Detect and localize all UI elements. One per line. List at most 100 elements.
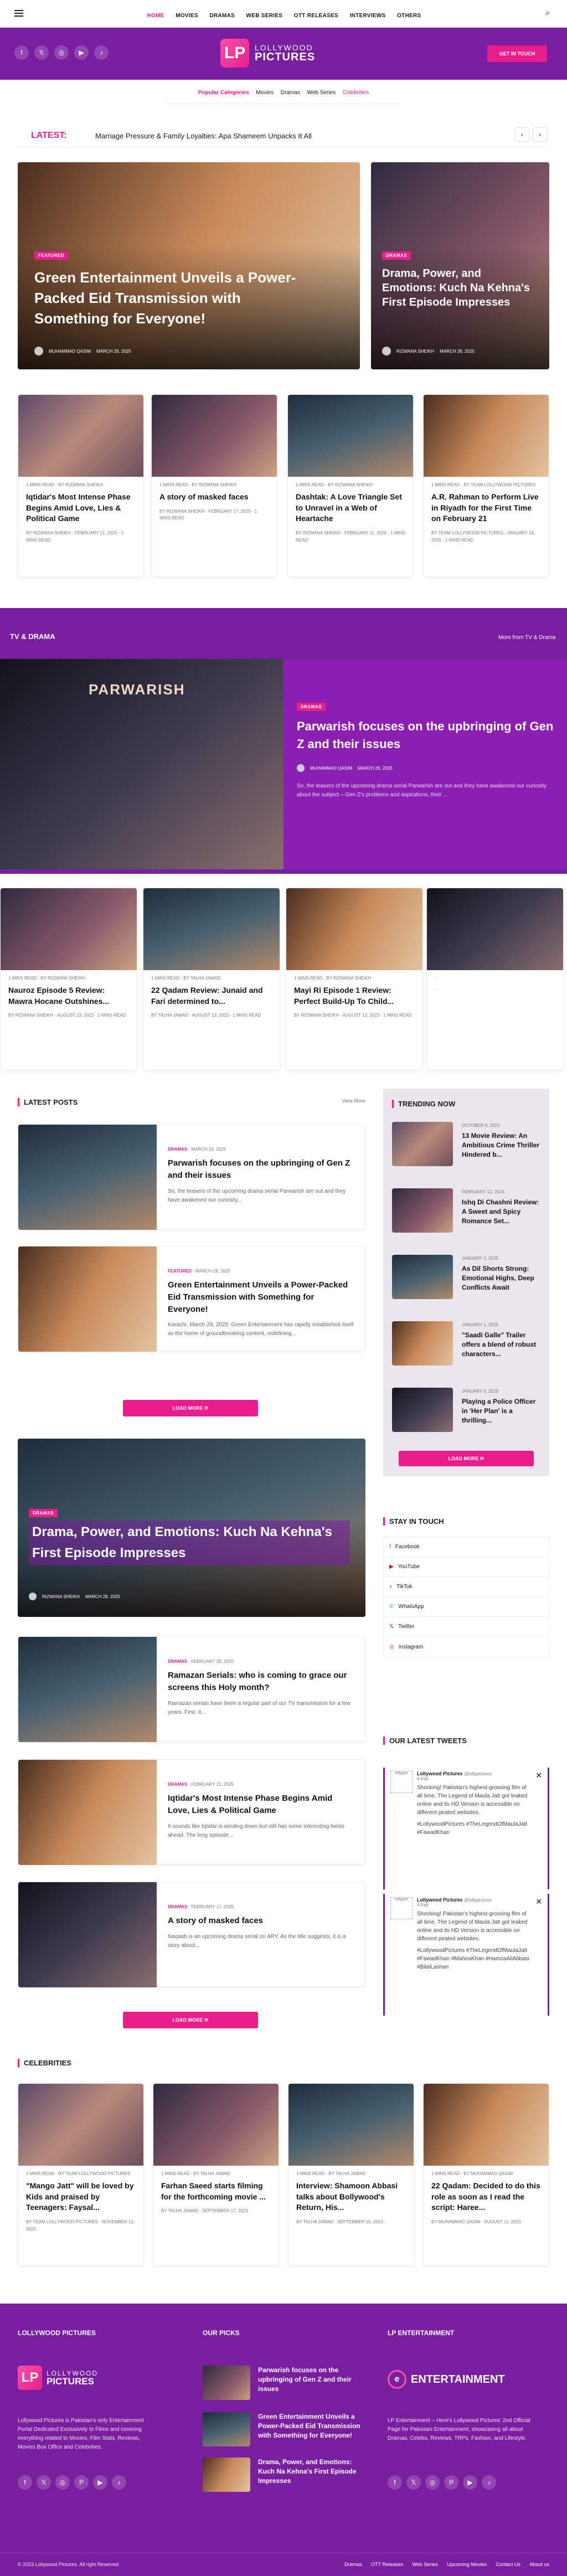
hero-main-card[interactable]: FEATURED Green Entertainment Unveils a P… xyxy=(18,162,360,369)
post-thumbnail[interactable] xyxy=(18,1125,157,1230)
tv-featured-title[interactable]: Parwarish focuses on the upbringing of G… xyxy=(297,718,557,753)
post-card[interactable]: 1 MINS READ · BY RIZWANA SHEIKH A story … xyxy=(151,394,277,577)
post-title[interactable]: Iqtidar's Most Intense Phase Begins Amid… xyxy=(26,492,136,524)
post-title[interactable]: Nauroz Episode 5 Review: Mawra Hocane Ou… xyxy=(8,985,129,1007)
trending-item[interactable]: OCTOBER 6, 2023 13 Movie Review: An Ambi… xyxy=(392,1122,542,1177)
post-author[interactable]: BY TALHA JAWAD xyxy=(183,976,220,981)
post-thumbnail[interactable] xyxy=(143,888,280,970)
stay-facebook[interactable]: f Facebook xyxy=(384,1537,549,1557)
instagram-icon[interactable]: ◎ xyxy=(55,2475,70,2490)
trending-thumbnail[interactable] xyxy=(392,1321,453,1366)
post-card[interactable]: 1 MINS READ · BY TALHA JAWAD Farhan Saee… xyxy=(153,2083,279,2266)
post-author[interactable]: BY RIZWANA SHEIKH xyxy=(58,482,103,487)
post-category[interactable]: FEATURED xyxy=(168,1269,192,1274)
x-icon[interactable]: ✕ xyxy=(535,1897,542,1971)
tv-featured-author[interactable]: MUHAMMAD QASIM xyxy=(310,766,352,771)
x-icon[interactable]: ✕ xyxy=(535,1771,542,1837)
post-thumbnail[interactable] xyxy=(18,395,143,477)
latest-post[interactable]: DRAMAS · FEBRUARY 17, 2025 A story of ma… xyxy=(18,1882,365,1987)
post-author[interactable]: BY RIZWANA SHEIKH xyxy=(326,976,371,981)
nav-web-series[interactable]: WEB SERIES xyxy=(246,13,282,19)
post-title[interactable]: A.R. Rahman to Perform Live in Riyadh fo… xyxy=(431,492,541,524)
footer-pick[interactable]: Green Entertainment Unveils a Power-Pack… xyxy=(203,2412,369,2451)
post-thumbnail[interactable] xyxy=(152,395,277,477)
post-card[interactable]: 1 MINS READ · BY TALHA JAWAD Interview: … xyxy=(288,2083,414,2266)
lp-entertainment-logo[interactable]: e ENTERTAINMENT xyxy=(388,2370,505,2389)
post-thumbnail[interactable] xyxy=(288,2084,414,2166)
trending-title-text[interactable]: Playing a Police Officer in 'Her Plan' i… xyxy=(462,1397,542,1425)
trending-item[interactable]: FEBRUARY 12, 2024 Ishq Di Chashni Review… xyxy=(392,1188,542,1244)
post-thumbnail[interactable] xyxy=(1,888,137,970)
post-card[interactable]: 1 MINS READ · BY RIZWANA SHEIKH Dashtak:… xyxy=(287,394,414,577)
post-title[interactable]: Farhan Saeed starts filming for the fort… xyxy=(161,2181,271,2202)
trending-load-more-button[interactable]: LOAD MORE ⟳ xyxy=(399,1451,534,1466)
trending-thumbnail[interactable] xyxy=(392,1122,453,1166)
nav-movies[interactable]: MOVIES xyxy=(176,13,198,19)
post-thumbnail[interactable] xyxy=(18,1637,157,1742)
post-author[interactable]: BY RIZWANA SHEIKH xyxy=(328,482,373,487)
footer-pick[interactable]: Parwarish focuses on the upbringing of G… xyxy=(203,2366,369,2404)
post-title[interactable]: A story of masked faces xyxy=(159,492,269,503)
tv-featured-badge[interactable]: DRAMAS xyxy=(297,703,326,711)
latest-post[interactable]: DRAMAS · FEBRUARY 28, 2025 Ramazan Seria… xyxy=(18,1636,365,1742)
trending-title-text[interactable]: 13 Movie Review: An Ambitious Crime Thri… xyxy=(462,1131,542,1159)
trending-thumbnail[interactable] xyxy=(392,1255,453,1299)
hero-side-title[interactable]: Drama, Power, and Emotions: Kuch Na Kehn… xyxy=(382,266,532,310)
search-icon[interactable]: ⌕ xyxy=(545,8,550,18)
post-byline[interactable]: BY TALHA JAWAD xyxy=(151,1013,188,1018)
pick-thumbnail[interactable] xyxy=(203,2457,250,2492)
post-card[interactable]: 1 MINS READ · BY RIZWANA SHEIKH Mayi Ri … xyxy=(286,888,423,1070)
pick-title[interactable]: Green Entertainment Unveils a Power-Pack… xyxy=(258,2412,363,2440)
stay-whatsapp[interactable]: ✆ WhatsApp xyxy=(384,1597,549,1617)
nav-interviews[interactable]: INTERVIEWS xyxy=(349,13,385,19)
post-thumbnail[interactable] xyxy=(18,2084,143,2166)
tiktok-icon[interactable]: ♪ xyxy=(94,45,109,60)
x-icon[interactable]: 𝕏 xyxy=(406,2475,421,2490)
big-card-author[interactable]: RIZWANA SHEIKH xyxy=(42,1594,80,1599)
category-celebrities[interactable]: Celebrities xyxy=(343,90,369,96)
big-card-badge[interactable]: DRAMAS xyxy=(29,1509,58,1517)
post-category[interactable]: DRAMAS xyxy=(168,1782,187,1787)
tweet-author[interactable]: Lollywood Pictures xyxy=(417,1897,463,1903)
hero-side-author[interactable]: RIZWANA SHEIKH xyxy=(396,349,434,354)
latest-post[interactable]: DRAMAS · MARCH 26, 2025 Parwarish focuse… xyxy=(18,1124,365,1230)
trending-item[interactable]: JANUARY 5, 2025 Playing a Police Officer… xyxy=(392,1388,542,1443)
ticker-headline[interactable]: Marriage Pressure & Family Loyalties: Ap… xyxy=(95,132,312,140)
post-author[interactable]: BY TEAM LOLLYWOOD PICTURES xyxy=(463,482,535,487)
tweet-handle[interactable]: @lollypictures xyxy=(464,1771,492,1776)
category-movies[interactable]: Movies xyxy=(256,90,274,96)
trending-title-text[interactable]: "Saadi Galle" Trailer offers a blend of … xyxy=(462,1331,542,1358)
ticker-next-icon[interactable]: › xyxy=(533,127,547,142)
post-title[interactable]: 22 Qadam: Decided to do this role as soo… xyxy=(431,2181,541,2213)
post-byline[interactable]: BY RIZWANA SHEIKH xyxy=(159,509,204,514)
latest-big-card[interactable]: DRAMAS Drama, Power, and Emotions: Kuch … xyxy=(18,1439,365,1617)
post-card[interactable]: 1 MINS READ · BY RIZWANA SHEIKH Iqtidar'… xyxy=(18,394,144,577)
facebook-icon[interactable]: f xyxy=(18,2475,32,2490)
latest-post[interactable]: FEATURED · MARCH 29, 2025 Green Entertai… xyxy=(18,1246,365,1352)
post-author[interactable]: BY RIZWANA SHEIKH xyxy=(40,976,85,981)
latest-post[interactable]: DRAMAS · FEBRUARY 21, 2025 Iqtidar's Mos… xyxy=(18,1759,365,1865)
stay-tiktok[interactable]: ♪ TikTok xyxy=(384,1577,549,1597)
tv-drama-more-link[interactable]: More from TV & Drama xyxy=(498,635,555,641)
tiktok-icon[interactable]: ♪ xyxy=(112,2475,126,2490)
footer-link-upcoming[interactable]: Upcoming Movies xyxy=(447,2562,487,2567)
load-more-button[interactable]: LOAD MORE ⟳ xyxy=(123,1400,258,1416)
big-card-title[interactable]: Drama, Power, and Emotions: Kuch Na Kehn… xyxy=(29,1521,350,1565)
footer-link-about[interactable]: About us xyxy=(529,2562,549,2567)
nav-home[interactable]: HOME xyxy=(147,13,164,19)
post-card[interactable]: 1 MINS READ · BY MUHAMMAD QASIM 22 Qadam… xyxy=(423,2083,549,2266)
hero-title[interactable]: Green Entertainment Unveils a Power-Pack… xyxy=(34,267,317,329)
view-more-link[interactable]: View More xyxy=(342,1098,365,1104)
instagram-icon[interactable]: ◎ xyxy=(54,45,69,60)
post-byline[interactable]: BY RIZWANA SHEIKH xyxy=(8,1013,53,1018)
tweet-tags[interactable]: #LollywoodPictures #TheLegendOfMaulaJatt… xyxy=(417,1820,531,1837)
post-thumbnail[interactable] xyxy=(18,1246,157,1352)
youtube-icon[interactable]: ▶ xyxy=(74,45,89,60)
category-web-series[interactable]: Web Series xyxy=(307,90,336,96)
post-title[interactable]: Interview: Shamoon Abbasi talks about Bo… xyxy=(296,2181,406,2213)
category-dramas[interactable]: Dramas xyxy=(281,90,300,96)
x-icon[interactable]: 𝕏 xyxy=(37,2475,51,2490)
post-byline[interactable]: BY TEAM LOLLYWOOD PICTURES xyxy=(26,2219,98,2224)
post-card[interactable]: 1 MINS READ · BY RIZWANA SHEIKH Nauroz E… xyxy=(0,888,137,1070)
post-thumbnail[interactable] xyxy=(18,1882,157,1987)
